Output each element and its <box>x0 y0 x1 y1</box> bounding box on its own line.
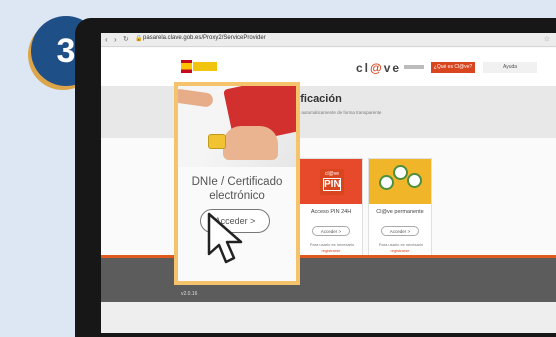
clave-logo-subtitle <box>404 65 424 69</box>
permanente-access-button[interactable]: Acceder > <box>381 226 419 236</box>
link-circle-icon <box>407 173 422 188</box>
footer-accent-bar <box>101 255 556 258</box>
pin-access-button[interactable]: Acceder > <box>312 226 350 236</box>
card-title: Cl@ve permanente <box>376 209 424 215</box>
spain-flag-icon <box>181 60 192 73</box>
footer-bottom <box>101 302 556 333</box>
clave-permanente-card: Cl@ve permanente Acceder > Para usarlo e… <box>368 158 432 261</box>
register-link[interactable]: registrarse <box>300 248 362 253</box>
reload-icon[interactable]: ↻ <box>123 35 129 43</box>
hand-image <box>223 126 278 160</box>
back-icon[interactable]: ‹ <box>105 35 108 44</box>
address-bar[interactable]: pasarela.clave.gob.es/Proxy2/ServiceProv… <box>143 35 266 41</box>
link-circle-icon <box>379 175 394 190</box>
government-logo <box>193 62 217 71</box>
browser-toolbar: ‹ › ↻ 🔒 pasarela.clave.gob.es/Proxy2/Ser… <box>101 33 556 47</box>
version-label: v2.0.16 <box>181 291 198 297</box>
help-button[interactable]: Ayuda <box>483 62 537 73</box>
hand-image <box>178 88 214 108</box>
bookmark-icon[interactable]: ☆ <box>544 35 550 43</box>
card-title: Acceso PIN 24H <box>310 209 352 215</box>
site-header: cl@ve ¿Qué es Cl@ve? Ayuda <box>101 48 556 86</box>
register-link[interactable]: registrarse <box>369 248 431 253</box>
permanente-card-banner <box>369 159 431 204</box>
forward-icon[interactable]: › <box>114 35 117 44</box>
dnie-card-image <box>178 86 296 167</box>
card-note: Para usarlo es necesario <box>309 242 355 247</box>
pin-card-banner: cl@ve PIN <box>300 159 362 204</box>
clave-logo: cl@ve <box>356 61 402 75</box>
dnie-card-title: DNIe / Certificado electrónico <box>191 176 283 202</box>
pin-icon: cl@ve PIN <box>320 169 344 195</box>
laptop-screen: ‹ › ↻ 🔒 pasarela.clave.gob.es/Proxy2/Ser… <box>101 33 556 333</box>
mouse-pointer-icon <box>207 212 243 264</box>
smartcard-chip-icon <box>208 134 226 149</box>
link-circle-icon <box>393 165 408 180</box>
pin-24h-card: cl@ve PIN Acceso PIN 24H Acceder > Para … <box>299 158 363 261</box>
card-note: Para usarlo es necesario <box>378 242 424 247</box>
site-footer <box>101 255 556 302</box>
lock-icon: 🔒 <box>135 36 143 42</box>
what-is-clave-button[interactable]: ¿Qué es Cl@ve? <box>431 62 475 73</box>
